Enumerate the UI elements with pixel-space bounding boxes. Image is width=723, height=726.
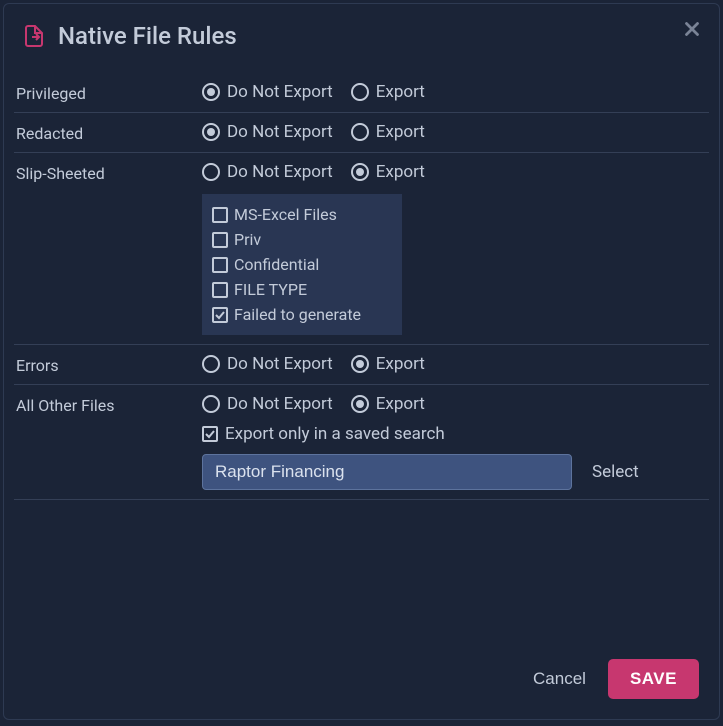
- checkbox-icon: [212, 207, 228, 223]
- radio-dot-icon: [351, 123, 369, 141]
- checkbox-icon: [202, 426, 218, 442]
- radio-label: Do Not Export: [227, 82, 333, 102]
- rule-controls: Do Not Export Export: [202, 354, 709, 374]
- checkbox-icon: [212, 282, 228, 298]
- radio-label: Export: [376, 394, 425, 414]
- radio-export[interactable]: Export: [351, 82, 425, 102]
- rule-label: Redacted: [14, 122, 202, 143]
- rule-row-all-other-files: All Other Files Do Not Export Export: [14, 385, 709, 500]
- radio-label: Export: [376, 82, 425, 102]
- native-file-rules-dialog: Native File Rules Privileged Do Not Expo…: [3, 3, 720, 720]
- checkbox-icon: [212, 257, 228, 273]
- radio-dot-icon: [351, 395, 369, 413]
- file-export-icon: [22, 24, 46, 48]
- rule-controls: Do Not Export Export: [202, 122, 709, 142]
- radio-dot-icon: [351, 163, 369, 181]
- rule-row-privileged: Privileged Do Not Export Export: [14, 66, 709, 113]
- radio-group: Do Not Export Export: [202, 354, 709, 374]
- radio-label: Export: [376, 354, 425, 374]
- radio-dot-icon: [202, 395, 220, 413]
- checkbox-icon: [212, 232, 228, 248]
- dialog-title: Native File Rules: [58, 22, 237, 50]
- radio-label: Do Not Export: [227, 162, 333, 182]
- radio-label: Do Not Export: [227, 122, 333, 142]
- radio-do-not-export[interactable]: Do Not Export: [202, 354, 333, 374]
- dialog-header: Native File Rules: [4, 4, 719, 58]
- radio-dot-icon: [202, 123, 220, 141]
- radio-dot-icon: [202, 163, 220, 181]
- radio-export[interactable]: Export: [351, 354, 425, 374]
- radio-export[interactable]: Export: [351, 122, 425, 142]
- slip-sheeted-checkbox-panel: MS-Excel Files Priv Confidential FILE TY…: [202, 194, 402, 335]
- save-button[interactable]: SAVE: [608, 659, 699, 699]
- checkbox-icon: [212, 307, 228, 323]
- rule-label: Privileged: [14, 82, 202, 103]
- checkbox-failed-to-generate[interactable]: Failed to generate: [212, 302, 392, 327]
- dialog-footer: Cancel SAVE: [4, 641, 719, 719]
- checkbox-label: MS-Excel Files: [234, 205, 337, 224]
- checkbox-file-type[interactable]: FILE TYPE: [212, 277, 392, 302]
- radio-do-not-export[interactable]: Do Not Export: [202, 394, 333, 414]
- radio-do-not-export[interactable]: Do Not Export: [202, 82, 333, 102]
- radio-do-not-export[interactable]: Do Not Export: [202, 162, 333, 182]
- radio-group: Do Not Export Export: [202, 82, 709, 102]
- rule-controls: Do Not Export Export: [202, 82, 709, 102]
- saved-search-row: Select: [202, 454, 709, 490]
- radio-dot-icon: [351, 355, 369, 373]
- radio-label: Export: [376, 122, 425, 142]
- radio-dot-icon: [202, 355, 220, 373]
- radio-label: Export: [376, 162, 425, 182]
- select-button[interactable]: Select: [592, 462, 639, 482]
- dialog-body: Privileged Do Not Export Export Redacted: [4, 58, 719, 641]
- cancel-button[interactable]: Cancel: [533, 669, 586, 689]
- rule-row-slip-sheeted: Slip-Sheeted Do Not Export Export MS: [14, 153, 709, 345]
- radio-label: Do Not Export: [227, 354, 333, 374]
- saved-search-input[interactable]: [202, 454, 572, 490]
- checkbox-label: FILE TYPE: [234, 280, 307, 299]
- rule-label: Errors: [14, 354, 202, 375]
- radio-export[interactable]: Export: [351, 394, 425, 414]
- rule-row-errors: Errors Do Not Export Export: [14, 345, 709, 385]
- checkbox-label: Failed to generate: [234, 305, 361, 324]
- close-icon[interactable]: [681, 18, 703, 40]
- checkbox-ms-excel[interactable]: MS-Excel Files: [212, 202, 392, 227]
- rule-label: Slip-Sheeted: [14, 162, 202, 183]
- radio-label: Do Not Export: [227, 394, 333, 414]
- checkbox-priv[interactable]: Priv: [212, 227, 392, 252]
- radio-export[interactable]: Export: [351, 162, 425, 182]
- radio-group: Do Not Export Export: [202, 122, 709, 142]
- saved-search-controls: Export only in a saved search Select: [202, 424, 709, 490]
- radio-dot-icon: [202, 83, 220, 101]
- checkbox-label: Priv: [234, 230, 261, 249]
- checkbox-export-saved-search[interactable]: Export only in a saved search: [202, 424, 709, 444]
- checkbox-confidential[interactable]: Confidential: [212, 252, 392, 277]
- rule-controls: Do Not Export Export MS-Excel Files Priv: [202, 162, 709, 335]
- checkbox-label: Export only in a saved search: [225, 424, 445, 444]
- rule-label: All Other Files: [14, 394, 202, 415]
- radio-group: Do Not Export Export: [202, 162, 709, 182]
- checkbox-label: Confidential: [234, 255, 319, 274]
- rule-controls: Do Not Export Export Export only in a sa…: [202, 394, 709, 490]
- radio-do-not-export[interactable]: Do Not Export: [202, 122, 333, 142]
- radio-group: Do Not Export Export: [202, 394, 709, 414]
- radio-dot-icon: [351, 83, 369, 101]
- rule-row-redacted: Redacted Do Not Export Export: [14, 113, 709, 153]
